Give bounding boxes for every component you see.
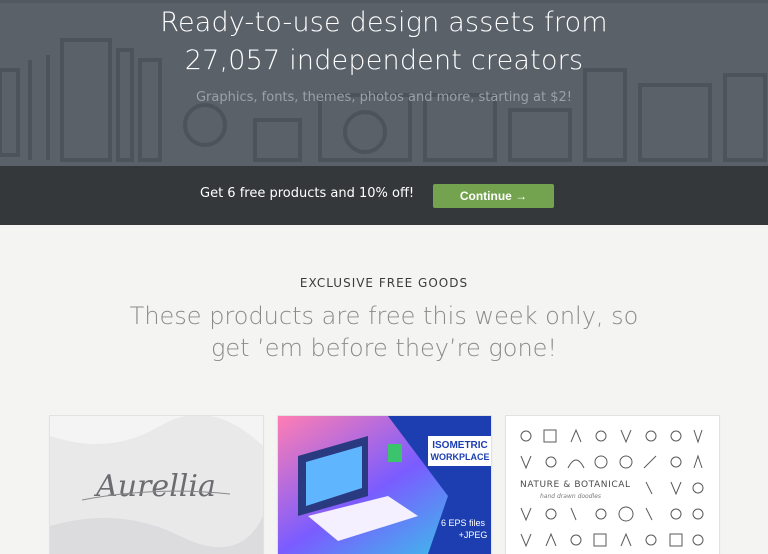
- product-thumbnail: ISOMETRIC WORKPLACE 6 EPS files +JPEG: [278, 416, 491, 554]
- section-heading-line2: get ’em before they’re gone!: [210, 334, 558, 362]
- continue-button[interactable]: Continue →: [433, 184, 554, 208]
- hero-title: Ready-to-use design assets from 27,057 i…: [0, 4, 768, 80]
- hero-banner: Ready-to-use design assets from 27,057 i…: [0, 0, 768, 166]
- product-art-title: NATURE & BOTANICAL: [520, 480, 631, 490]
- product-art-text: Aurellia: [93, 469, 216, 504]
- product-card-nature-botanical[interactable]: NATURE & BOTANICAL hand drawn doodles: [506, 416, 719, 554]
- hero-title-line2: 27,057 independent creators: [184, 45, 584, 76]
- promo-text: Get 6 free products and 10% off!: [200, 186, 415, 201]
- product-card-aurellia[interactable]: Aurellia: [50, 416, 263, 554]
- product-art-subtitle: hand drawn doodles: [540, 493, 601, 500]
- product-art-badge-line1: 6 EPS files: [441, 518, 486, 528]
- product-art-title-line2: WORKPLACE: [431, 452, 490, 462]
- product-thumbnail: NATURE & BOTANICAL hand drawn doodles: [506, 416, 719, 554]
- product-thumbnail: Aurellia: [50, 416, 263, 554]
- product-art-title-line1: ISOMETRIC: [432, 440, 488, 451]
- hero-title-line1: Ready-to-use design assets from: [160, 7, 608, 38]
- product-card-isometric-workplace[interactable]: ISOMETRIC WORKPLACE 6 EPS files +JPEG: [278, 416, 491, 554]
- promo-bar: Get 6 free products and 10% off!: [0, 166, 768, 225]
- section-heading: These products are free this week only, …: [0, 300, 768, 364]
- section-label: EXCLUSIVE FREE GOODS: [299, 276, 469, 290]
- section-heading-line1: These products are free this week only, …: [129, 302, 639, 330]
- hero-subtitle: Graphics, fonts, themes, photos and more…: [195, 90, 572, 105]
- product-art-badge-line2: +JPEG: [459, 530, 488, 540]
